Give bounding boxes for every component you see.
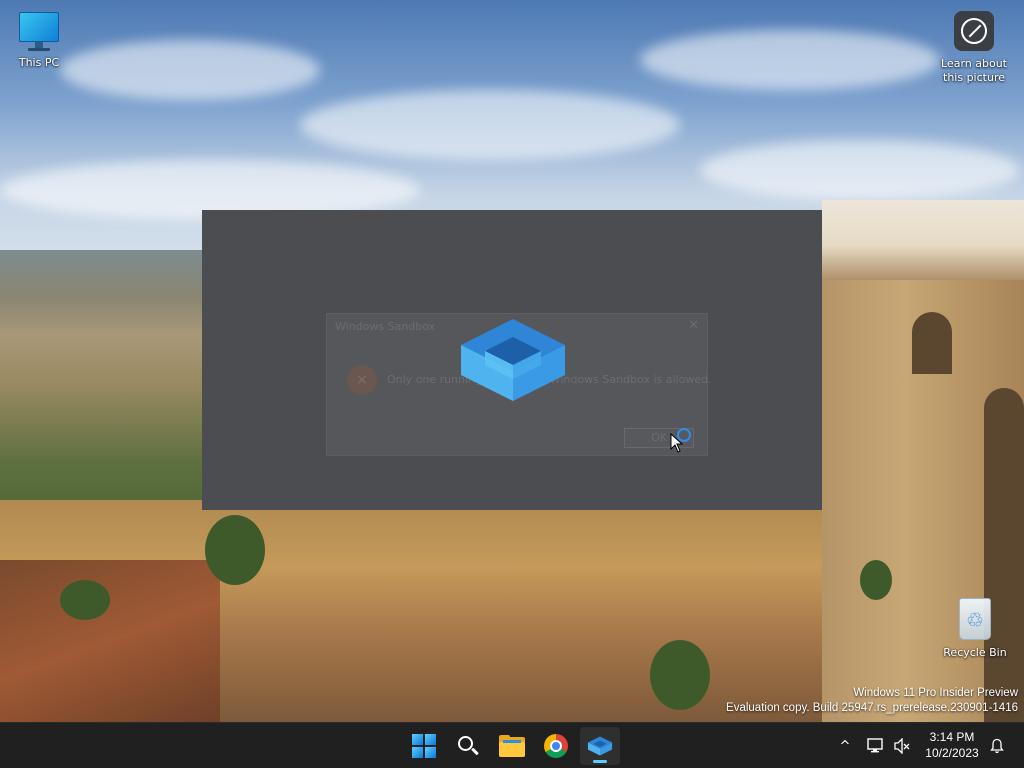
- taskbar-clock[interactable]: 3:14 PM 10/2/2023: [920, 729, 984, 761]
- recycle-bin-icon: ♲: [955, 598, 995, 642]
- camera-info-icon: [954, 11, 994, 51]
- speaker-muted-icon: [894, 738, 910, 754]
- show-hidden-icons-chevron-icon[interactable]: ^: [834, 723, 856, 768]
- search-icon: [457, 735, 479, 757]
- clock-date: 10/2/2023: [925, 746, 979, 760]
- desktop-icon-label: Recycle Bin: [943, 646, 1007, 659]
- wallpaper-cloud: [300, 90, 680, 160]
- network-monitor-icon: [867, 738, 883, 753]
- wallpaper-bridge-arch: [912, 312, 952, 374]
- search-button[interactable]: [448, 727, 488, 765]
- desktop-icon-learn-about-picture[interactable]: Learn about this picture: [935, 11, 1013, 85]
- desktop-icon-recycle-bin[interactable]: ♲ Recycle Bin: [936, 598, 1014, 660]
- clock-time: 3:14 PM: [929, 730, 975, 744]
- windows-start-icon: [412, 734, 436, 758]
- wallpaper-bush: [650, 640, 710, 710]
- sandbox-taskbar-button[interactable]: [580, 727, 620, 765]
- watermark-line-2: Evaluation copy. Build 25947.rs_prerelea…: [726, 702, 1018, 714]
- wallpaper-cliff-shadow: [0, 560, 220, 722]
- wallpaper-cloud: [60, 40, 320, 100]
- wallpaper-cloud: [700, 140, 1020, 200]
- wallpaper-bush: [60, 580, 110, 620]
- mouse-pointer-icon: [670, 433, 684, 453]
- wallpaper-town: [822, 200, 1024, 290]
- sandbox-window[interactable]: Windows Sandbox ✕ ✕ Only one running ins…: [202, 210, 822, 510]
- wallpaper-bush: [860, 560, 892, 600]
- active-app-indicator: [593, 760, 607, 763]
- wallpaper-bridge-arch: [984, 388, 1024, 722]
- sandbox-icon: [587, 736, 613, 756]
- close-icon[interactable]: ✕: [688, 318, 699, 333]
- dialog-title: Windows Sandbox: [335, 320, 436, 333]
- file-explorer-button[interactable]: [492, 727, 532, 765]
- error-icon: ✕: [347, 365, 377, 395]
- wallpaper-cloud: [640, 30, 940, 90]
- evaluation-watermark: Windows 11 Pro Insider Preview Evaluatio…: [726, 686, 1018, 716]
- start-button[interactable]: [404, 727, 444, 765]
- sandbox-logo-icon: [461, 319, 565, 401]
- bell-icon: [990, 738, 1004, 754]
- notifications-button[interactable]: [986, 723, 1008, 768]
- chrome-icon: [544, 734, 568, 758]
- taskbar: ^ 3:14 PM 10/2/2023: [0, 722, 1024, 768]
- desktop-icon-this-pc[interactable]: This PC: [0, 10, 78, 70]
- monitor-icon: [17, 10, 61, 54]
- wallpaper-bush: [205, 515, 265, 585]
- chrome-button[interactable]: [536, 727, 576, 765]
- desktop-icon-label: this picture: [943, 71, 1005, 84]
- desktop-icon-label: Learn about: [941, 57, 1007, 70]
- folder-icon: [499, 735, 525, 757]
- volume-icon[interactable]: [890, 723, 914, 768]
- network-icon[interactable]: [864, 723, 888, 768]
- desktop-icon-label: This PC: [18, 56, 60, 69]
- watermark-line-1: Windows 11 Pro Insider Preview: [853, 687, 1018, 699]
